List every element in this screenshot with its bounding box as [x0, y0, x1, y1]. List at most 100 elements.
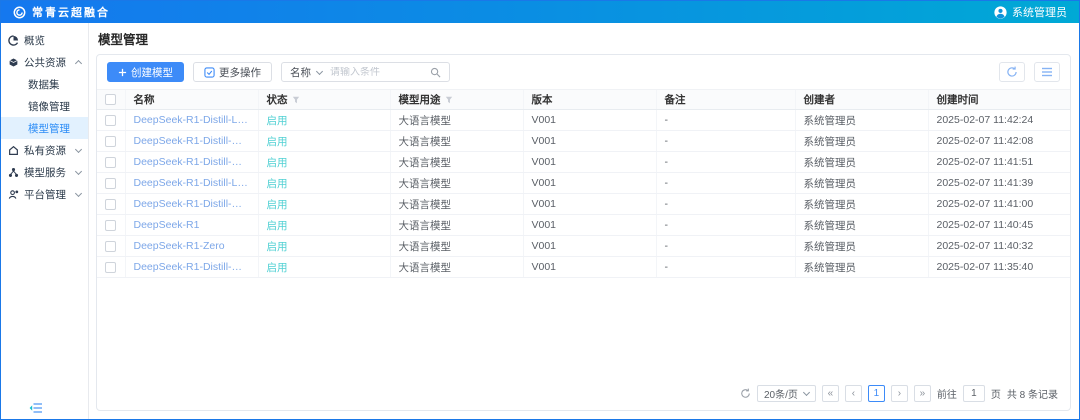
model-name-link[interactable]: DeepSeek-R1-Distill-Qwen-32B — [125, 131, 258, 152]
total-records: 共 8 条记录 — [1007, 386, 1058, 401]
sidebar-item-model-management[interactable]: 模型管理 — [1, 117, 88, 139]
row-checkbox-cell — [97, 110, 125, 131]
row-checkbox[interactable] — [105, 178, 116, 189]
content-card: 创建模型 更多操作 名称 — [96, 54, 1071, 411]
menu-fold-icon — [29, 402, 43, 414]
version-cell: V001 — [523, 215, 656, 236]
search-button[interactable] — [422, 67, 449, 78]
search-field-value: 名称 — [290, 65, 311, 80]
row-checkbox[interactable] — [105, 157, 116, 168]
row-checkbox[interactable] — [105, 241, 116, 252]
table-row: DeepSeek-R1-Distill-Qwen-14B 启用 大语言模型 V0… — [97, 152, 1070, 173]
goto-page-input[interactable]: 1 — [963, 385, 985, 402]
usage-cell: 大语言模型 — [390, 194, 523, 215]
create-model-button[interactable]: 创建模型 — [107, 62, 184, 82]
chevron-down-icon — [75, 167, 82, 174]
model-name-link[interactable]: DeepSeek-R1-Distill-Qwen-14B — [125, 152, 258, 173]
usage-cell: 大语言模型 — [390, 131, 523, 152]
sidebar-item-image-management[interactable]: 镜像管理 — [1, 95, 88, 117]
sidebar-item-label: 镜像管理 — [28, 99, 81, 114]
model-name-link[interactable]: DeepSeek-R1-Distill-Qwen-7B — [125, 257, 258, 278]
row-checkbox[interactable] — [105, 136, 116, 147]
version-cell: V001 — [523, 194, 656, 215]
header-status: 状态 — [258, 90, 390, 110]
status-text: 启用 — [258, 257, 390, 278]
version-cell: V001 — [523, 110, 656, 131]
column-settings-button[interactable] — [1034, 62, 1060, 82]
creator-cell: 系统管理员 — [795, 173, 928, 194]
creator-cell: 系统管理员 — [795, 131, 928, 152]
model-name-link[interactable]: DeepSeek-R1 — [125, 215, 258, 236]
chevron-up-icon — [75, 60, 82, 67]
prev-page-button[interactable]: ‹ — [845, 385, 862, 402]
usage-cell: 大语言模型 — [390, 110, 523, 131]
table-row: DeepSeek-R1-Distill-Llama-8B 启用 大语言模型 V0… — [97, 173, 1070, 194]
usage-cell: 大语言模型 — [390, 236, 523, 257]
remark-cell: - — [656, 131, 795, 152]
chevron-down-icon — [803, 389, 810, 396]
remark-cell: - — [656, 110, 795, 131]
table-row: DeepSeek-R1-Distill-Qwen-32B 启用 大语言模型 V0… — [97, 131, 1070, 152]
search-input[interactable] — [330, 67, 422, 78]
header-version: 版本 — [523, 90, 656, 110]
version-cell: V001 — [523, 257, 656, 278]
topbar: 常青云超融合 系统管理员 — [1, 1, 1079, 23]
sidebar: 概览 公共资源 数据集 镜像管理 模型管理 私有资源 — [1, 23, 89, 419]
creator-cell: 系统管理员 — [795, 152, 928, 173]
remark-cell: - — [656, 236, 795, 257]
page-size-select[interactable]: 20条/页 — [757, 385, 816, 402]
row-checkbox[interactable] — [105, 262, 116, 273]
pagination-refresh-icon[interactable] — [740, 388, 751, 399]
refresh-icon — [1006, 66, 1018, 78]
usage-cell: 大语言模型 — [390, 173, 523, 194]
row-checkbox[interactable] — [105, 220, 116, 231]
select-all-checkbox[interactable] — [105, 94, 116, 105]
sidebar-item-label: 模型服务 — [24, 165, 71, 180]
version-cell: V001 — [523, 173, 656, 194]
list-icon — [1041, 66, 1053, 78]
first-page-button[interactable]: « — [822, 385, 839, 402]
filter-icon[interactable] — [292, 96, 300, 104]
sidebar-item-label: 模型管理 — [28, 121, 81, 136]
usage-cell: 大语言模型 — [390, 257, 523, 278]
model-name-link[interactable]: DeepSeek-R1-Distill-Llama-70B — [125, 110, 258, 131]
sidebar-item-private-resources[interactable]: 私有资源 — [1, 139, 88, 161]
sidebar-item-platform-management[interactable]: 平台管理 — [1, 183, 88, 205]
more-actions-button[interactable]: 更多操作 — [193, 62, 272, 82]
created-time-cell: 2025-02-07 11:35:40 — [928, 257, 1070, 278]
row-checkbox[interactable] — [105, 115, 116, 126]
next-page-button[interactable]: › — [891, 385, 908, 402]
sidebar-collapse-button[interactable] — [29, 402, 43, 414]
creator-cell: 系统管理员 — [795, 110, 928, 131]
creator-cell: 系统管理员 — [795, 194, 928, 215]
status-text: 启用 — [258, 173, 390, 194]
model-name-link[interactable]: DeepSeek-R1-Distill-Qwen-1.5B — [125, 194, 258, 215]
model-name-link[interactable]: DeepSeek-R1-Distill-Llama-8B — [125, 173, 258, 194]
row-checkbox-cell — [97, 131, 125, 152]
more-actions-label: 更多操作 — [219, 65, 261, 80]
chevron-down-icon — [75, 189, 82, 196]
sidebar-item-label: 私有资源 — [24, 143, 71, 158]
model-name-link[interactable]: DeepSeek-R1-Zero — [125, 236, 258, 257]
sidebar-item-overview[interactable]: 概览 — [1, 29, 88, 51]
version-cell: V001 — [523, 131, 656, 152]
remark-cell: - — [656, 257, 795, 278]
sidebar-item-model-services[interactable]: 模型服务 — [1, 161, 88, 183]
sidebar-item-datasets[interactable]: 数据集 — [1, 73, 88, 95]
table-row: DeepSeek-R1 启用 大语言模型 V001 - 系统管理员 2025-0… — [97, 215, 1070, 236]
search-field-select[interactable]: 名称 — [282, 65, 330, 80]
user-menu[interactable]: 系统管理员 — [994, 4, 1067, 20]
created-time-cell: 2025-02-07 11:40:45 — [928, 215, 1070, 236]
current-page-button[interactable]: 1 — [868, 385, 885, 402]
last-page-button[interactable]: » — [914, 385, 931, 402]
page-label: 页 — [991, 386, 1001, 401]
create-model-label: 创建模型 — [131, 65, 173, 80]
sidebar-item-label: 概览 — [24, 33, 81, 48]
status-text: 启用 — [258, 194, 390, 215]
sidebar-item-public-resources[interactable]: 公共资源 — [1, 51, 88, 73]
created-time-cell: 2025-02-07 11:41:00 — [928, 194, 1070, 215]
user-name: 系统管理员 — [1012, 4, 1067, 20]
refresh-button[interactable] — [999, 62, 1025, 82]
row-checkbox[interactable] — [105, 199, 116, 210]
filter-icon[interactable] — [445, 96, 453, 104]
